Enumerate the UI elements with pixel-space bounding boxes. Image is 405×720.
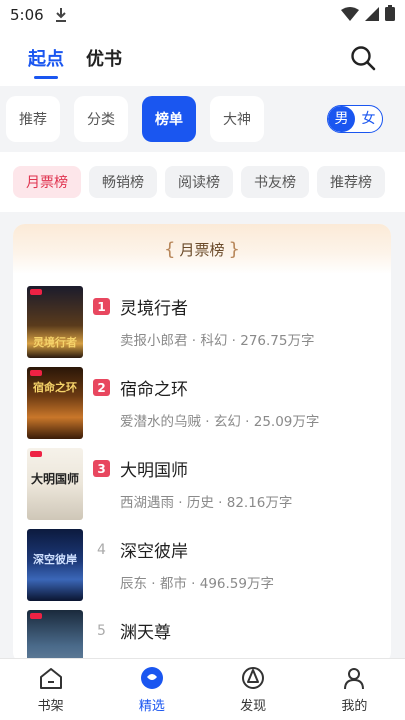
nav-bookshelf[interactable]: 书架 — [0, 659, 101, 720]
bracket-left-icon: { — [164, 238, 176, 260]
nav-featured[interactable]: 精选 — [101, 659, 202, 720]
home-icon — [39, 668, 62, 689]
segment-masters[interactable]: 大神 — [210, 96, 264, 142]
ranking-card: { 月票榜 } 灵境行者 1 灵境行者 卖报小郎君 · 科幻 · 276.75万… — [13, 224, 391, 664]
book-meta: 爱潜水的乌贼 · 玄幻 · 25.09万字 — [120, 414, 320, 430]
battery-icon — [385, 5, 395, 25]
rank-badge: 1 — [93, 298, 110, 315]
gender-toggle[interactable]: 男 女 — [327, 105, 383, 133]
bracket-right-icon: } — [228, 238, 240, 260]
book-title[interactable]: 灵境行者 — [120, 294, 188, 319]
wifi-icon — [341, 6, 359, 25]
search-icon — [351, 46, 376, 71]
book-words: 82.16万字 — [226, 495, 293, 511]
nav-profile[interactable]: 我的 — [304, 659, 405, 720]
book-meta: 卖报小郎君 · 科幻 · 276.75万字 — [120, 333, 315, 349]
book-meta: 辰东 · 都市 · 496.59万字 — [120, 576, 274, 592]
status-time: 5:06 — [10, 6, 44, 24]
book-cover[interactable]: 大明国师 — [27, 448, 83, 520]
book-item[interactable]: 深空彼岸 4 深空彼岸 辰东 · 都市 · 496.59万字 — [27, 529, 377, 605]
user-icon — [344, 668, 365, 690]
book-title[interactable]: 深空彼岸 — [120, 537, 188, 562]
book-cover[interactable]: 深空彼岸 — [27, 529, 83, 601]
gender-female[interactable]: 女 — [355, 106, 382, 132]
download-icon — [54, 7, 68, 23]
cover-title: 深空彼岸 — [33, 553, 77, 566]
nav-label: 发现 — [240, 699, 267, 714]
book-cover[interactable]: 灵境行者 — [27, 286, 83, 358]
book-item[interactable]: 5 渊天尊 — [27, 610, 377, 664]
category-segments: 推荐 分类 榜单 大神 男 女 — [0, 86, 405, 152]
book-words: 25.09万字 — [253, 414, 320, 430]
cover-badge — [30, 289, 42, 295]
book-genre: 都市 — [159, 576, 187, 592]
segment-ranking[interactable]: 榜单 — [142, 96, 196, 142]
chip-reading[interactable]: 阅读榜 — [165, 166, 233, 198]
nav-label: 书架 — [37, 699, 64, 714]
gender-male[interactable]: 男 — [328, 106, 355, 132]
chip-fans[interactable]: 书友榜 — [241, 166, 309, 198]
cover-title: 宿命之环 — [33, 381, 77, 394]
book-words: 276.75万字 — [240, 333, 315, 349]
tab-qidian[interactable]: 起点 — [28, 45, 64, 79]
nav-discover[interactable]: 发现 — [203, 659, 304, 720]
book-author: 西湖遇雨 — [120, 495, 174, 511]
book-genre: 玄幻 — [213, 414, 241, 430]
featured-icon — [140, 667, 163, 689]
book-item[interactable]: 大明国师 3 大明国师 西湖遇雨 · 历史 · 82.16万字 — [27, 448, 377, 524]
card-title: 月票榜 — [179, 240, 225, 259]
segment-category[interactable]: 分类 — [74, 96, 128, 142]
rank-badge: 5 — [97, 622, 106, 639]
cover-title: 大明国师 — [30, 472, 79, 486]
signal-icon — [365, 6, 379, 25]
tab-youshu[interactable]: 优书 — [86, 45, 122, 71]
chip-recommend[interactable]: 推荐榜 — [317, 166, 385, 198]
ranking-chips: 月票榜 畅销榜 阅读榜 书友榜 推荐榜 — [0, 152, 405, 212]
book-author: 爱潜水的乌贼 — [120, 414, 201, 430]
book-author: 辰东 — [120, 576, 147, 592]
bottom-nav: 书架 精选 发现 我的 — [0, 658, 405, 720]
cover-badge — [30, 370, 42, 376]
chip-monthly-ticket[interactable]: 月票榜 — [13, 166, 81, 198]
book-cover[interactable] — [27, 610, 83, 664]
book-author: 卖报小郎君 — [120, 333, 188, 349]
cover-badge — [30, 613, 42, 619]
nav-label: 精选 — [138, 699, 165, 714]
book-item[interactable]: 灵境行者 1 灵境行者 卖报小郎君 · 科幻 · 276.75万字 — [27, 286, 377, 362]
rank-badge: 2 — [93, 379, 110, 396]
book-cover[interactable]: 宿命之环 — [27, 367, 83, 439]
book-title[interactable]: 渊天尊 — [120, 618, 171, 643]
chip-bestseller[interactable]: 畅销榜 — [89, 166, 157, 198]
segment-recommend[interactable]: 推荐 — [6, 96, 60, 142]
discover-icon — [242, 667, 265, 689]
cover-title: 灵境行者 — [33, 336, 77, 349]
cover-badge — [30, 451, 42, 457]
top-header: 起点 优书 — [0, 30, 405, 86]
status-bar: 5:06 — [0, 0, 405, 30]
card-header: { 月票榜 } — [13, 224, 391, 274]
book-meta: 西湖遇雨 · 历史 · 82.16万字 — [120, 495, 293, 511]
book-genre: 历史 — [186, 495, 214, 511]
rank-badge: 3 — [93, 460, 110, 477]
rank-badge: 4 — [97, 541, 106, 558]
nav-label: 我的 — [341, 699, 368, 714]
book-genre: 科幻 — [200, 333, 228, 349]
book-title[interactable]: 大明国师 — [120, 456, 188, 481]
book-item[interactable]: 宿命之环 2 宿命之环 爱潜水的乌贼 · 玄幻 · 25.09万字 — [27, 367, 377, 443]
book-title[interactable]: 宿命之环 — [120, 375, 188, 400]
search-button[interactable] — [349, 44, 377, 72]
book-words: 496.59万字 — [199, 576, 274, 592]
